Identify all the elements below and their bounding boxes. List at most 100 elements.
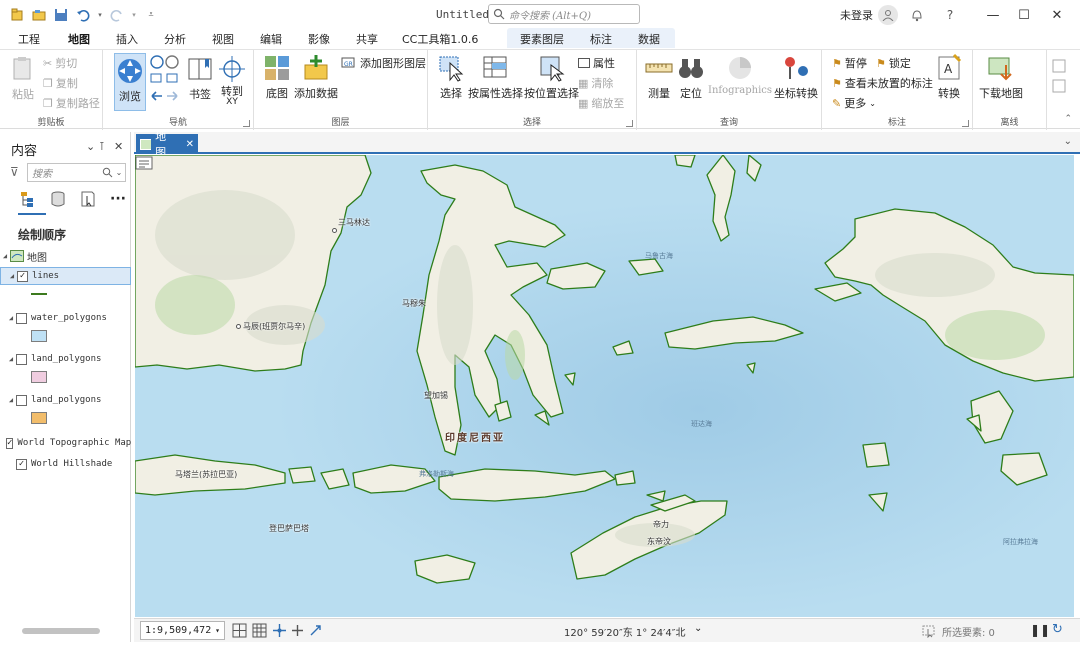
redo-dropdown-icon[interactable]: ▾ <box>130 6 138 23</box>
tab-project[interactable]: 工程 <box>16 31 42 47</box>
select-by-attributes-button[interactable]: 按属性选择 <box>468 53 523 101</box>
tab-list-chevron-icon[interactable]: ⌄ <box>1064 136 1072 147</box>
layer-visibility-checkbox[interactable]: ✓ <box>6 437 14 449</box>
view-unplaced-labels-button[interactable]: ⚑ 查看未放置的标注 <box>832 75 933 91</box>
drawing-order-icon[interactable] <box>18 188 38 210</box>
tab-cc-toolbox[interactable]: CC工具箱1.0.6 <box>400 31 480 47</box>
layer-row[interactable]: ◢ ✓ lines <box>0 267 131 285</box>
collapse-layer-icon[interactable]: ◢ <box>6 396 16 404</box>
pause-labeling-button[interactable]: ⚑ 暂停 <box>832 55 867 71</box>
copy-path-button[interactable]: ❐ 复制路径 <box>43 95 100 111</box>
layer-row[interactable]: ◢ water_polygons <box>0 309 131 327</box>
tab-view[interactable]: 视图 <box>210 31 236 47</box>
map-canvas[interactable]: 三马林达 马辰(班贾尔马辛) 马穆朱 望加锡 印度尼西亚 马鲁古海 班达海 弗洛… <box>135 155 1074 617</box>
snapping-icon[interactable] <box>272 623 287 638</box>
tab-edit[interactable]: 编辑 <box>258 31 284 47</box>
layer-visibility-checkbox[interactable] <box>16 394 27 406</box>
close-window-icon[interactable]: ✕ <box>1047 5 1067 25</box>
minimize-icon[interactable]: — <box>983 5 1003 25</box>
layer-fill-swatch[interactable] <box>31 330 47 342</box>
layer-visibility-checkbox[interactable]: ✓ <box>17 270 28 282</box>
tab-labeling[interactable]: 标注 <box>588 31 614 47</box>
coordinates-dropdown-icon[interactable]: ⌄ <box>694 623 702 634</box>
data-source-icon[interactable] <box>48 188 68 210</box>
paste-button[interactable]: 粘贴 <box>8 54 38 102</box>
basemap-button[interactable]: 底图 <box>262 53 292 101</box>
pane-horizontal-scrollbar[interactable] <box>22 628 100 634</box>
collapse-layer-icon[interactable]: ◢ <box>6 314 16 322</box>
cut-button[interactable]: ✂ 剪切 <box>43 55 77 71</box>
pane-options-chevron-icon[interactable]: ⌄ <box>86 140 95 153</box>
clear-selection-button[interactable]: ▦ 清除 <box>578 75 613 91</box>
scale-selector[interactable]: 1:9,509,472 ▾ <box>140 621 225 640</box>
layer-row[interactable]: ◢ land_polygons <box>0 350 131 368</box>
refresh-icon[interactable]: ↻ <box>1052 622 1063 637</box>
close-map-tab-icon[interactable]: ✕ <box>186 139 194 150</box>
layer-visibility-checkbox[interactable] <box>16 312 27 324</box>
layer-fill-swatch[interactable] <box>31 371 47 383</box>
layer-row[interactable]: ✓ World Hillshade <box>0 455 131 473</box>
filter-icon[interactable]: ⊽ <box>10 165 19 179</box>
new-project-icon[interactable] <box>8 6 26 23</box>
layer-row[interactable]: ✓ World Topographic Map <box>0 434 131 452</box>
customize-qat-icon[interactable]: ⩡ <box>142 6 160 23</box>
close-pane-icon[interactable]: ✕ <box>114 140 123 153</box>
map-grid-icon[interactable] <box>232 623 247 638</box>
notifications-bell-icon[interactable] <box>907 5 927 25</box>
rotation-icon[interactable] <box>308 623 323 638</box>
infographics-button[interactable]: Infographics <box>708 53 772 96</box>
add-graphics-layer-button[interactable]: GR 添加图形图层 <box>341 55 426 71</box>
tab-map-view[interactable]: 地图 ✕ <box>136 130 198 159</box>
download-map-button[interactable]: 下载地图 <box>979 53 1023 101</box>
attributes-button[interactable]: 属性 <box>578 55 615 71</box>
tab-insert[interactable]: 插入 <box>114 31 140 47</box>
tab-imagery[interactable]: 影像 <box>306 31 332 47</box>
undo-icon[interactable] <box>74 6 92 23</box>
save-icon[interactable] <box>52 6 70 23</box>
command-search-input[interactable]: 命令搜索 (Alt+Q) <box>488 4 640 24</box>
search-dropdown-icon[interactable]: ⌄ <box>113 168 125 177</box>
select-button[interactable]: 选择 <box>436 53 466 101</box>
pin-icon[interactable]: ⊺ <box>99 140 105 153</box>
selection-launcher-icon[interactable] <box>626 120 633 127</box>
contents-search-input[interactable]: 搜索 ⌄ <box>27 163 126 182</box>
tab-analysis[interactable]: 分析 <box>162 31 188 47</box>
goto-xy-button[interactable]: 转到 XY <box>217 54 247 108</box>
sign-in-status[interactable]: 未登录 <box>840 7 873 23</box>
tab-share[interactable]: 共享 <box>354 31 380 47</box>
convert-coordinates-button[interactable]: 坐标转换 <box>774 53 818 101</box>
overview-map-icon[interactable] <box>135 155 153 171</box>
copy-button[interactable]: ❐ 复制 <box>43 75 78 91</box>
tab-data[interactable]: 数据 <box>636 31 662 47</box>
more-views-icon[interactable]: ··· <box>108 188 128 210</box>
undo-dropdown-icon[interactable]: ▾ <box>96 6 104 23</box>
explore-button[interactable]: 浏览 <box>114 53 146 111</box>
add-data-button[interactable]: 添加数据 <box>294 53 338 101</box>
locate-button[interactable]: 定位 <box>676 53 706 101</box>
layer-fill-swatch[interactable] <box>31 412 47 424</box>
measure-button[interactable]: 测量 <box>644 53 674 101</box>
help-icon[interactable]: ? <box>940 5 960 25</box>
layer-visibility-checkbox[interactable] <box>16 353 27 365</box>
selection-view-icon[interactable] <box>78 188 98 210</box>
crosshair-icon[interactable] <box>290 623 305 638</box>
pause-drawing-icon[interactable]: ❚❚ <box>1030 623 1050 637</box>
collapse-layer-icon[interactable]: ◢ <box>6 355 16 363</box>
redo-icon[interactable] <box>108 6 126 23</box>
tab-map[interactable]: 地图 <box>66 31 92 52</box>
more-labeling-button[interactable]: ✎ 更多 ⌄ <box>832 95 876 111</box>
select-by-location-button[interactable]: 按位置选择 <box>524 53 579 101</box>
layer-row[interactable]: ◢ land_polygons <box>0 391 131 409</box>
zoom-to-selection-button[interactable]: ▦ 缩放至 <box>578 95 624 111</box>
lock-labels-button[interactable]: ⚑ 锁定 <box>876 55 911 71</box>
convert-labels-button[interactable]: A 转换 <box>934 53 964 101</box>
user-avatar-icon[interactable] <box>878 5 898 25</box>
collapse-map-icon[interactable]: ◢ <box>0 252 10 260</box>
labeling-launcher-icon[interactable] <box>962 120 969 127</box>
map-node[interactable]: ◢ 地图 <box>0 247 131 265</box>
table-grid-icon[interactable] <box>252 623 267 638</box>
layer-line-symbol[interactable] <box>31 293 47 295</box>
open-project-icon[interactable] <box>30 6 48 23</box>
bookmarks-button[interactable]: 书签 <box>185 54 215 102</box>
collapse-layer-icon[interactable]: ◢ <box>7 272 17 280</box>
